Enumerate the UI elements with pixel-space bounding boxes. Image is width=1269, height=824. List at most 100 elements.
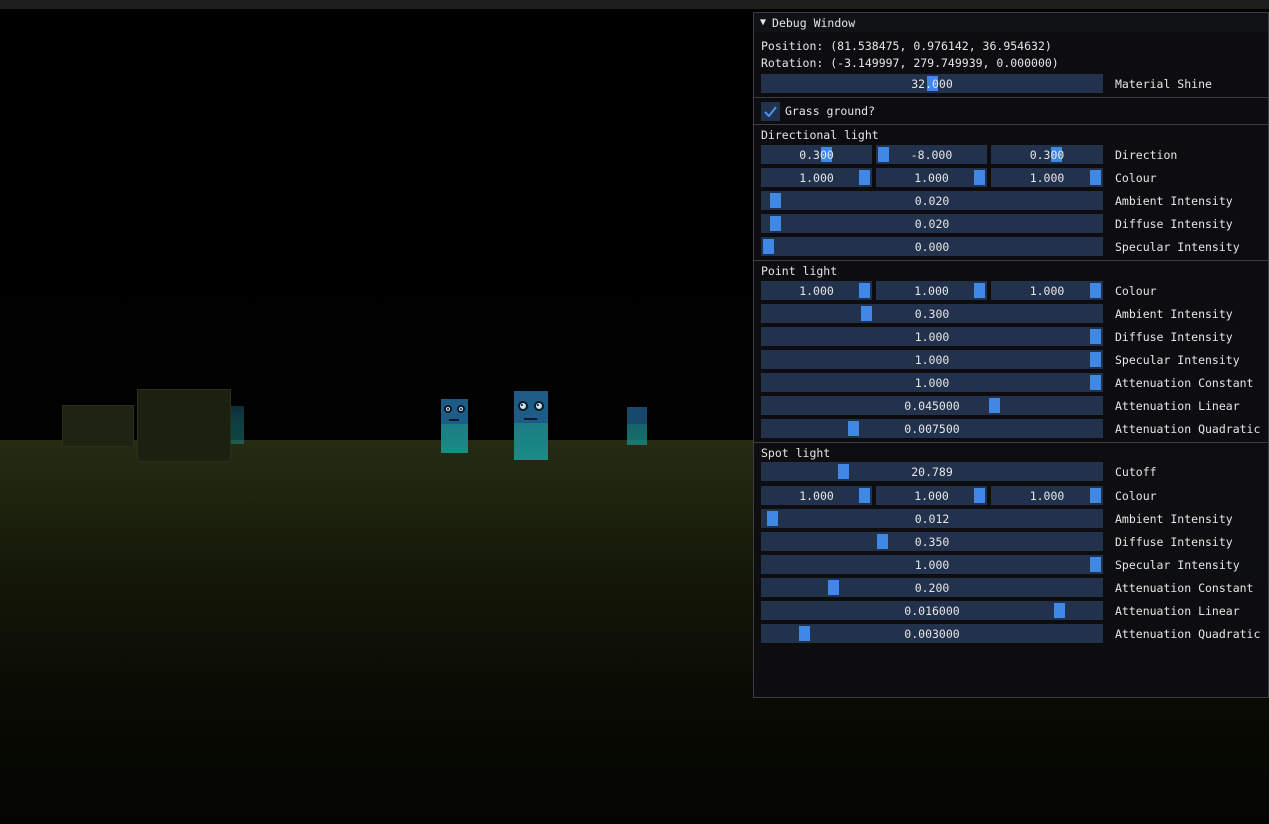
point-diffuse-label: Diffuse Intensity <box>1115 329 1233 344</box>
spot-att-quadratic-label: Attenuation Quadratic <box>1115 626 1261 641</box>
checkmark-icon <box>764 106 777 117</box>
separator <box>754 97 1268 98</box>
dir-colour-g-slider[interactable]: 1.000 <box>876 168 987 187</box>
spot-colour-r-slider[interactable]: 1.000 <box>761 486 872 505</box>
spot-att-quadratic-slider[interactable]: 0.003000 <box>761 624 1103 643</box>
spot-att-constant-row: 0.200 Attenuation Constant <box>761 578 1253 597</box>
spot-colour-b-slider[interactable]: 1.000 <box>991 486 1103 505</box>
slider-grab[interactable] <box>769 216 781 231</box>
point-colour-g-slider[interactable]: 1.000 <box>876 281 987 300</box>
slider-grab[interactable] <box>763 239 774 254</box>
point-specular-label: Specular Intensity <box>1115 352 1240 367</box>
slider-grab[interactable] <box>1090 170 1101 185</box>
spot-ambient-value: 0.012 <box>914 511 950 526</box>
slider-grab[interactable] <box>988 398 1000 413</box>
slider-grab[interactable] <box>1090 557 1101 572</box>
slider-grab[interactable] <box>766 511 778 526</box>
point-att-linear-value: 0.045000 <box>904 398 960 413</box>
dir-specular-label: Specular Intensity <box>1115 239 1240 254</box>
direction-y-slider[interactable]: -8.000 <box>876 145 987 164</box>
dir-colour-r-slider[interactable]: 1.000 <box>761 168 872 187</box>
slider-grab[interactable] <box>838 464 850 479</box>
slider-grab[interactable] <box>1054 603 1066 618</box>
dir-specular-row: 0.000 Specular Intensity <box>761 237 1240 256</box>
material-shine-slider[interactable]: 32.000 <box>761 74 1103 93</box>
direction-z-slider[interactable]: 0.300 <box>991 145 1103 164</box>
dir-diffuse-slider[interactable]: 0.020 <box>761 214 1103 233</box>
point-specular-slider[interactable]: 1.000 <box>761 350 1103 369</box>
slider-grab[interactable] <box>769 193 781 208</box>
slider-grab[interactable] <box>974 283 985 298</box>
face-totem-2 <box>514 391 548 460</box>
slider-grab[interactable] <box>859 488 870 503</box>
slider-grab[interactable] <box>859 283 870 298</box>
spot-ambient-row: 0.012 Ambient Intensity <box>761 509 1233 528</box>
debug-window[interactable]: ▼ Debug Window Position: (81.538475, 0.9… <box>753 12 1269 698</box>
slider-grab[interactable] <box>861 306 873 321</box>
spot-ambient-label: Ambient Intensity <box>1115 511 1233 526</box>
directional-direction-row: 0.300 -8.000 0.300 Direction <box>761 145 1177 164</box>
slider-grab[interactable] <box>974 170 985 185</box>
point-colour-r-slider[interactable]: 1.000 <box>761 281 872 300</box>
point-ambient-row: 0.300 Ambient Intensity <box>761 304 1233 323</box>
spot-diffuse-slider[interactable]: 0.350 <box>761 532 1103 551</box>
slider-grab[interactable] <box>1090 488 1101 503</box>
slider-grab[interactable] <box>848 421 860 436</box>
spot-diffuse-value: 0.350 <box>914 534 950 549</box>
point-att-linear-row: 0.045000 Attenuation Linear <box>761 396 1240 415</box>
separator <box>754 442 1268 443</box>
point-ambient-slider[interactable]: 0.300 <box>761 304 1103 323</box>
dir-ambient-slider[interactable]: 0.020 <box>761 191 1103 210</box>
spot-cutoff-slider[interactable]: 20.789 <box>761 462 1103 481</box>
point-diffuse-slider[interactable]: 1.000 <box>761 327 1103 346</box>
point-ambient-label: Ambient Intensity <box>1115 306 1233 321</box>
spot-cutoff-row: 20.789 Cutoff <box>761 462 1157 481</box>
point-colour-b-value: 1.000 <box>1029 283 1065 298</box>
grass-ground-label: Grass ground? <box>785 104 876 118</box>
grass-ground-checkbox[interactable] <box>761 102 780 121</box>
spot-att-constant-value: 0.200 <box>914 580 950 595</box>
point-att-quadratic-slider[interactable]: 0.007500 <box>761 419 1103 438</box>
dir-diffuse-row: 0.020 Diffuse Intensity <box>761 214 1233 233</box>
spot-colour-g-slider[interactable]: 1.000 <box>876 486 987 505</box>
crate-far-left <box>62 405 134 447</box>
slider-grab[interactable] <box>877 534 889 549</box>
dir-specular-slider[interactable]: 0.000 <box>761 237 1103 256</box>
slider-grab[interactable] <box>878 147 889 162</box>
slider-grab[interactable] <box>1090 352 1101 367</box>
crate-left <box>137 389 231 462</box>
spot-att-constant-slider[interactable]: 0.200 <box>761 578 1103 597</box>
spot-ambient-slider[interactable]: 0.012 <box>761 509 1103 528</box>
point-att-constant-slider[interactable]: 1.000 <box>761 373 1103 392</box>
slider-grab[interactable] <box>859 170 870 185</box>
collapse-triangle-icon[interactable]: ▼ <box>760 17 766 28</box>
spot-diffuse-label: Diffuse Intensity <box>1115 534 1233 549</box>
slider-grab[interactable] <box>1090 283 1101 298</box>
slider-grab[interactable] <box>828 580 840 595</box>
slider-grab[interactable] <box>798 626 810 641</box>
point-colour-r-value: 1.000 <box>799 283 834 298</box>
point-colour-b-slider[interactable]: 1.000 <box>991 281 1103 300</box>
dir-ambient-label: Ambient Intensity <box>1115 193 1233 208</box>
spot-att-linear-row: 0.016000 Attenuation Linear <box>761 601 1240 620</box>
slider-grab[interactable] <box>1090 375 1101 390</box>
point-att-linear-slider[interactable]: 0.045000 <box>761 396 1103 415</box>
dir-ambient-row: 0.020 Ambient Intensity <box>761 191 1233 210</box>
spot-att-linear-value: 0.016000 <box>904 603 960 618</box>
debug-window-title-bar[interactable]: ▼ Debug Window <box>754 13 1268 32</box>
dir-colour-b-value: 1.000 <box>1029 170 1065 185</box>
slider-grab[interactable] <box>1090 329 1101 344</box>
direction-label: Direction <box>1115 147 1178 162</box>
point-light-header: Point light <box>761 264 838 278</box>
totem-eye <box>457 405 465 413</box>
point-colour-row: 1.000 1.000 1.000 Colour <box>761 281 1157 300</box>
direction-x-slider[interactable]: 0.300 <box>761 145 872 164</box>
spot-att-linear-slider[interactable]: 0.016000 <box>761 601 1103 620</box>
point-att-quadratic-label: Attenuation Quadratic <box>1115 421 1261 436</box>
point-att-constant-label: Attenuation Constant <box>1115 375 1254 390</box>
dir-colour-b-slider[interactable]: 1.000 <box>991 168 1103 187</box>
slider-grab[interactable] <box>974 488 985 503</box>
point-ambient-value: 0.300 <box>914 306 950 321</box>
spot-specular-slider[interactable]: 1.000 <box>761 555 1103 574</box>
material-shine-value: 32.000 <box>911 76 953 91</box>
